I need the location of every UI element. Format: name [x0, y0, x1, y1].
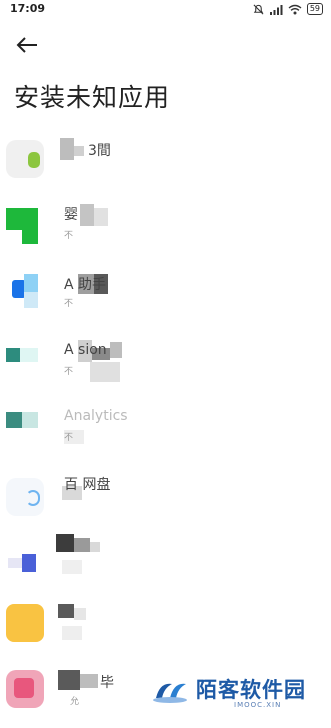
app-icon: [6, 208, 44, 246]
app-name: A 助手: [64, 277, 107, 293]
wifi-icon: [288, 4, 302, 14]
mute-icon: [253, 4, 264, 14]
app-list-item[interactable]: 百 网盘: [0, 466, 331, 532]
app-permission-status: 不: [64, 433, 74, 443]
app-name: 婴: [64, 207, 78, 223]
signal-icon: [269, 4, 283, 15]
app-list-item[interactable]: Analytics 不: [0, 398, 331, 464]
back-arrow-icon: [16, 37, 37, 53]
status-time: 17:09: [10, 2, 46, 15]
app-permission-status: 不: [64, 367, 74, 377]
status-bar: 17:09 59: [0, 0, 331, 20]
app-icon: [6, 544, 44, 582]
app-name: 3間: [88, 143, 111, 159]
back-button[interactable]: [14, 32, 40, 58]
app-icon: [6, 408, 44, 446]
app-name: 毕: [100, 675, 114, 691]
app-icon: [6, 140, 44, 178]
watermark-text: 陌客软件园: [196, 678, 306, 702]
watermark: 陌客软件园 IMOOC.XIN: [150, 672, 330, 714]
app-list-item[interactable]: A 助手 不: [0, 262, 331, 328]
app-permission-status: 不: [64, 231, 74, 241]
app-icon: [6, 342, 44, 380]
app-name: 百 网盘: [64, 477, 111, 493]
app-name: Analytics: [64, 408, 128, 424]
app-permission-status: 不: [64, 299, 74, 309]
app-icon: [6, 272, 44, 310]
app-list-item[interactable]: 3間: [0, 128, 331, 194]
app-icon: [6, 670, 44, 708]
status-icons: 59: [253, 3, 323, 15]
app-list-item[interactable]: 婴 不: [0, 194, 331, 260]
page-title: 安装未知应用: [14, 83, 171, 112]
app-list-item[interactable]: [0, 532, 331, 598]
app-list-item[interactable]: A sion 不: [0, 330, 331, 396]
app-icon: [6, 478, 44, 516]
watermark-url: IMOOC.XIN: [234, 701, 282, 709]
app-name: A sion: [64, 342, 107, 358]
app-list-item[interactable]: [0, 598, 331, 664]
watermark-logo-icon: [153, 683, 187, 703]
app-icon: [6, 604, 44, 642]
app-permission-status: 允: [70, 697, 80, 707]
battery-indicator: 59: [306, 3, 323, 15]
